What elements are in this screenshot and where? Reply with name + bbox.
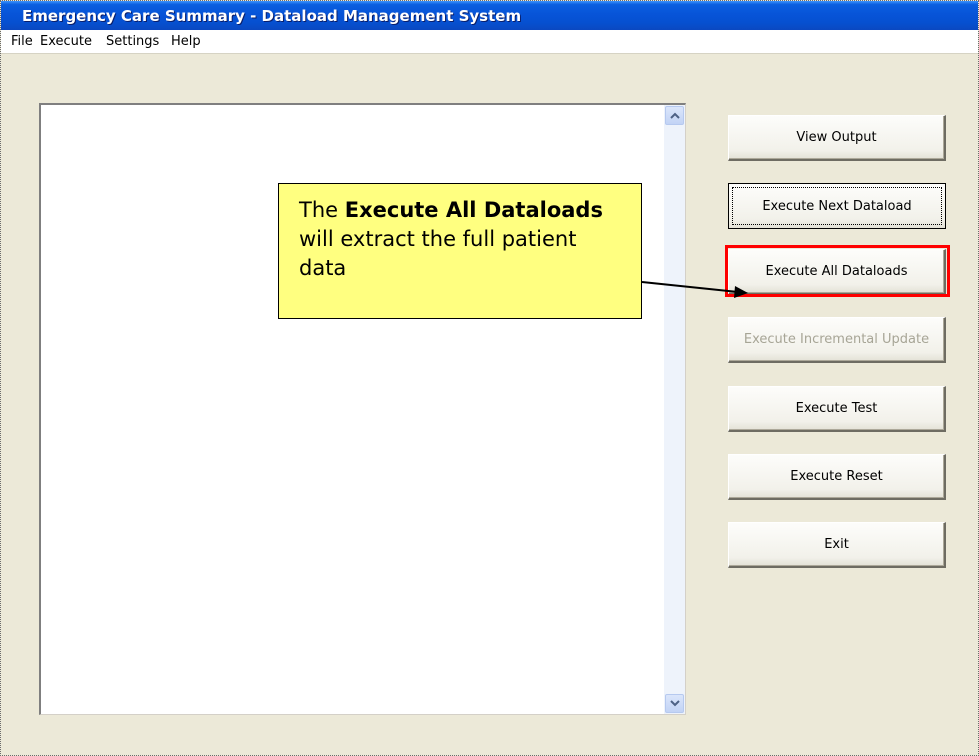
execute-reset-button[interactable]: Execute Reset [728,454,946,500]
window-title: Emergency Care Summary - Dataload Manage… [22,7,522,25]
execute-test-label: Execute Test [795,401,878,416]
execute-incremental-update-button: Execute Incremental Update [728,317,946,363]
menu-settings[interactable]: Settings [106,34,159,49]
menu-execute[interactable]: Execute [40,34,92,49]
annotation-callout: The Execute All Dataloads will extract t… [278,183,642,319]
menu-help[interactable]: Help [171,34,201,49]
scroll-down-button[interactable] [665,694,684,713]
callout-text-prefix: The [299,198,345,222]
execute-reset-label: Execute Reset [790,469,883,484]
callout-text-bold: Execute All Dataloads [344,198,603,222]
exit-label: Exit [824,537,849,552]
scroll-up-button[interactable] [665,106,684,125]
execute-incremental-update-label: Execute Incremental Update [743,332,930,347]
view-output-label: View Output [796,130,877,145]
exit-button[interactable]: Exit [728,522,946,568]
execute-test-button[interactable]: Execute Test [728,386,946,432]
execute-next-dataload-button[interactable]: Execute Next Dataload [728,183,946,229]
menu-file[interactable]: File [11,34,33,49]
execute-next-dataload-label: Execute Next Dataload [762,198,912,214]
execute-all-dataloads-button[interactable]: Execute All Dataloads [728,249,946,295]
execute-all-dataloads-label: Execute All Dataloads [765,264,908,279]
chevron-up-icon [670,112,680,119]
vertical-scrollbar[interactable] [664,105,685,714]
view-output-button[interactable]: View Output [728,115,946,161]
menu-bar: File Execute Settings Help [1,30,978,54]
title-bar[interactable]: Emergency Care Summary - Dataload Manage… [1,1,978,30]
chevron-down-icon [670,700,680,707]
callout-text-suffix: will extract the full patient data [299,227,577,280]
